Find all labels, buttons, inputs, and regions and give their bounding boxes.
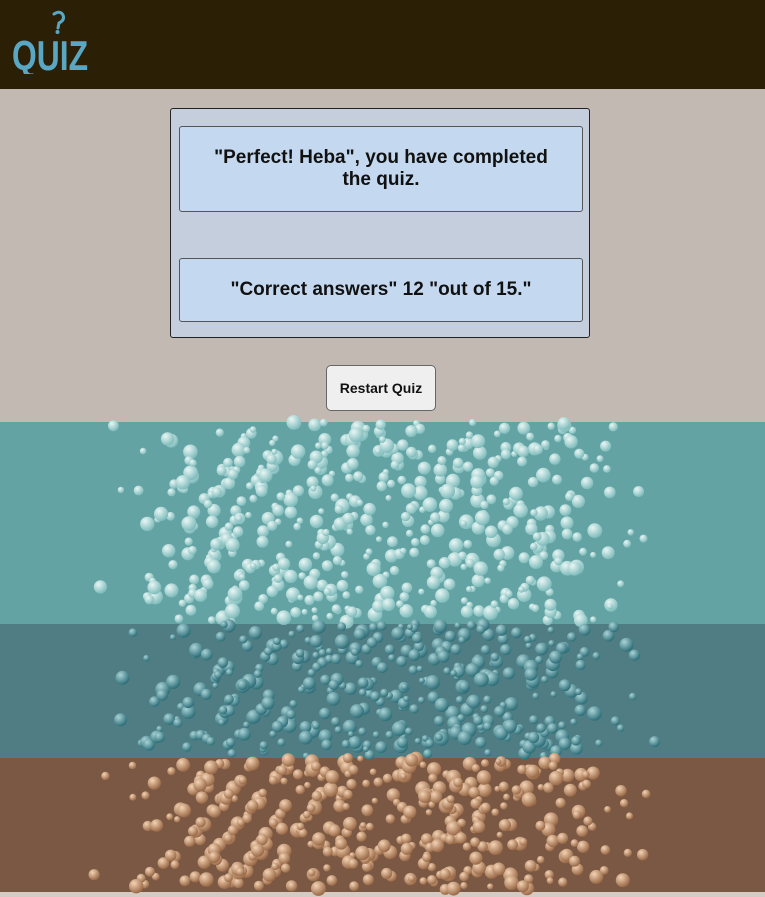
background-band-teal-light	[0, 422, 765, 624]
completion-message: "Perfect! Heba", you have completed the …	[179, 126, 583, 212]
restart-quiz-button[interactable]: Restart Quiz	[326, 365, 436, 411]
question-mark-icon	[52, 10, 65, 34]
quiz-results-page: QUIZ "Perfect! Heba", you have completed…	[0, 0, 765, 897]
background-band-bottom	[0, 892, 765, 897]
header-bar: QUIZ	[0, 0, 765, 89]
result-panel: "Perfect! Heba", you have completed the …	[170, 108, 590, 338]
score-message: "Correct answers" 12 "out of 15."	[179, 258, 583, 322]
logo-text: QUIZ	[12, 32, 88, 74]
background-band-brown	[0, 758, 765, 892]
quiz-logo[interactable]: QUIZ	[10, 8, 92, 74]
background-band-teal-dark	[0, 624, 765, 758]
